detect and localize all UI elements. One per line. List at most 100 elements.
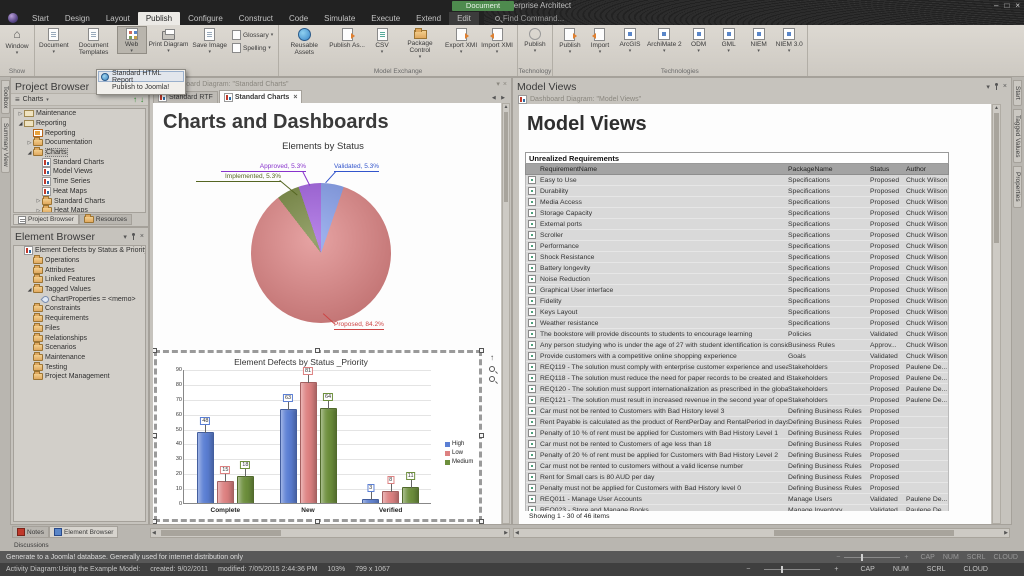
tree-item-standard-charts[interactable]: Standard Charts [14, 157, 145, 167]
ribbon-tab-start[interactable]: Start [24, 12, 57, 25]
collapse-arrow-icon[interactable]: ◢ [26, 150, 33, 156]
close-tab-icon[interactable]: × [293, 94, 297, 101]
expand-arrow-icon[interactable]: ▷ [17, 111, 24, 117]
selection-handle[interactable] [153, 433, 157, 438]
table-row[interactable]: REQ119 - The solution must comply with e… [526, 362, 948, 373]
table-row[interactable]: REQ118 - The solution must reduce the ne… [526, 373, 948, 384]
table-row[interactable]: External portsSpecificationsProposedChuc… [526, 219, 948, 230]
table-row[interactable]: REQ120 - The solution must support inter… [526, 384, 948, 395]
expand-arrow-icon[interactable]: ▷ [35, 208, 42, 213]
column-header-status[interactable]: Status [870, 166, 906, 173]
discussions-tab[interactable]: Discussions [0, 540, 1024, 551]
table-row[interactable]: Noise ReductionSpecificationsProposedChu… [526, 274, 948, 285]
find-command-box[interactable]: Find Command... [495, 12, 564, 25]
vertical-scrollbar[interactable]: ▲ [502, 103, 510, 524]
ribbon-tab-edit[interactable]: Edit [449, 12, 479, 25]
ribbon-tab-layout[interactable]: Layout [98, 12, 138, 25]
ribbon-tab-publish[interactable]: Publish [138, 12, 180, 25]
zoom-slider[interactable] [844, 557, 900, 558]
selection-handle[interactable] [315, 348, 320, 353]
ribbon-button-spelling[interactable]: Spelling▾ [232, 43, 273, 53]
menu-item-standard-html-report[interactable]: Standard HTML Report [98, 71, 184, 82]
side-tab-tagged-values[interactable]: Tagged Values [1013, 109, 1022, 164]
bar-low-complete[interactable] [217, 481, 234, 503]
close-icon[interactable]: × [140, 233, 144, 240]
ribbon-button-archimate-2[interactable]: ArchiMate 2▾ [645, 26, 684, 54]
ribbon-button-print-diagram[interactable]: Print Diagram▾ [147, 26, 191, 54]
table-row[interactable]: Rent Payable is calculated as the produc… [526, 417, 948, 428]
table-row[interactable]: PerformanceSpecificationsProposedChuck W… [526, 241, 948, 252]
expand-arrow-icon[interactable]: ▷ [26, 140, 33, 146]
table-row[interactable]: The bookstore will provide discounts to … [526, 329, 948, 340]
side-tab-summary-view[interactable]: Summary View [1, 117, 10, 173]
zoom-in-control[interactable]: + [834, 566, 838, 573]
tab-resources[interactable]: Resources [79, 214, 132, 225]
ribbon-button-import[interactable]: Import▾ [585, 26, 615, 55]
collapse-arrow-icon[interactable]: ◢ [17, 121, 24, 127]
ribbon-tab-execute[interactable]: Execute [363, 12, 408, 25]
column-header-author[interactable]: Author [906, 166, 948, 173]
move-up-icon[interactable]: ↑ [133, 96, 137, 104]
horizontal-scrollbar[interactable]: ◀ ▶ [513, 528, 1010, 538]
table-row[interactable]: Shock ResistanceSpecificationsProposedCh… [526, 252, 948, 263]
tree-item-time-series[interactable]: Time Series [14, 177, 145, 187]
app-logo-icon[interactable] [8, 13, 18, 23]
zoom-slider-thumb[interactable] [781, 566, 783, 573]
side-tab-toolbox[interactable]: Toolbox [1, 80, 10, 114]
ribbon-tab-construct[interactable]: Construct [231, 12, 281, 25]
table-row[interactable]: REQ023 - Store and Manage BooksManage In… [526, 505, 948, 511]
close-button[interactable]: × [1015, 1, 1020, 10]
ribbon-button-gml[interactable]: GML▾ [714, 26, 744, 54]
selection-handle[interactable] [479, 433, 484, 438]
tree-item-charts[interactable]: ◢Charts [14, 148, 145, 158]
ribbon-button-window[interactable]: ⌂Window▾ [2, 26, 32, 56]
ribbon-button-publish[interactable]: Publish▾ [520, 26, 550, 54]
arrow-up-icon[interactable]: ↑ [490, 353, 494, 362]
table-row[interactable]: ScrollerSpecificationsProposedChuck Wils… [526, 230, 948, 241]
ribbon-button-niem[interactable]: NIEM▾ [744, 26, 774, 54]
table-row[interactable]: Any person studying who is under the age… [526, 340, 948, 351]
tree-item-standard-charts[interactable]: ▷Standard Charts [14, 196, 145, 206]
zoom-slider-thumb[interactable] [861, 554, 863, 561]
ribbon-tab-code[interactable]: Code [281, 12, 316, 25]
ribbon-button-document[interactable]: Document▾ [37, 26, 71, 55]
tree-item-project-management[interactable]: Project Management [14, 372, 145, 382]
table-row[interactable]: Easy to UseSpecificationsProposedChuck W… [526, 175, 948, 186]
ribbon-button-reusable-assets[interactable]: Reusable Assets [281, 26, 327, 57]
horizontal-scrollbar[interactable]: ◀ ▶ [150, 528, 510, 538]
scroll-right-icon[interactable]: ▶ [1004, 530, 1008, 536]
ribbon-button-arcgis[interactable]: ArcGIS▾ [615, 26, 645, 54]
ribbon-tab-extend[interactable]: Extend [408, 12, 449, 25]
close-icon[interactable]: × [503, 81, 507, 88]
table-row[interactable]: Graphical User interfaceSpecificationsPr… [526, 285, 948, 296]
scroll-left-icon[interactable]: ◀ [152, 530, 156, 536]
scroll-left-icon[interactable]: ◀ [515, 530, 519, 536]
expand-arrow-icon[interactable]: ▷ [35, 198, 42, 204]
zoom-out-control[interactable]: − [746, 566, 750, 573]
tree-item-heat-maps[interactable]: ▷Heat Maps [14, 206, 145, 213]
ribbon-button-import-xmi[interactable]: Import XMI▾ [479, 26, 515, 55]
ribbon-button-save-image[interactable]: Save Image▾ [190, 26, 229, 55]
tree-item-model-views[interactable]: Model Views [14, 167, 145, 177]
side-tab-start[interactable]: Start [1013, 80, 1022, 106]
ribbon-button-web[interactable]: Web▾ [117, 26, 147, 54]
table-row[interactable]: Car must not be rented to Customers with… [526, 406, 948, 417]
ribbon-button-publish[interactable]: Publish▾ [555, 26, 585, 55]
restore-button[interactable]: □ [1004, 1, 1009, 10]
ribbon-tab-design[interactable]: Design [57, 12, 98, 25]
zoom-in-control[interactable]: + [904, 554, 908, 561]
ribbon-tab-configure[interactable]: Configure [180, 12, 231, 25]
zoom-out-icon[interactable] [489, 376, 495, 382]
bar-medium-complete[interactable] [237, 476, 254, 503]
table-row[interactable]: Provide customers with a competitive onl… [526, 351, 948, 362]
bar-chart[interactable]: Element Defects by Status _Priority 0102… [157, 353, 479, 519]
pie-chart[interactable] [251, 183, 391, 323]
selection-handle[interactable] [479, 348, 484, 353]
ribbon-button-package-control[interactable]: Package Control▾ [397, 26, 443, 60]
pin-icon[interactable] [994, 83, 999, 90]
column-header-requirementname[interactable]: RequirementName [540, 166, 788, 173]
bar-high-complete[interactable] [197, 432, 214, 503]
table-row[interactable]: Battery longevitySpecificationsProposedC… [526, 263, 948, 274]
ribbon-button-document-templates[interactable]: Document Templates [71, 26, 117, 57]
chevron-down-icon[interactable]: ▾ [986, 83, 990, 91]
